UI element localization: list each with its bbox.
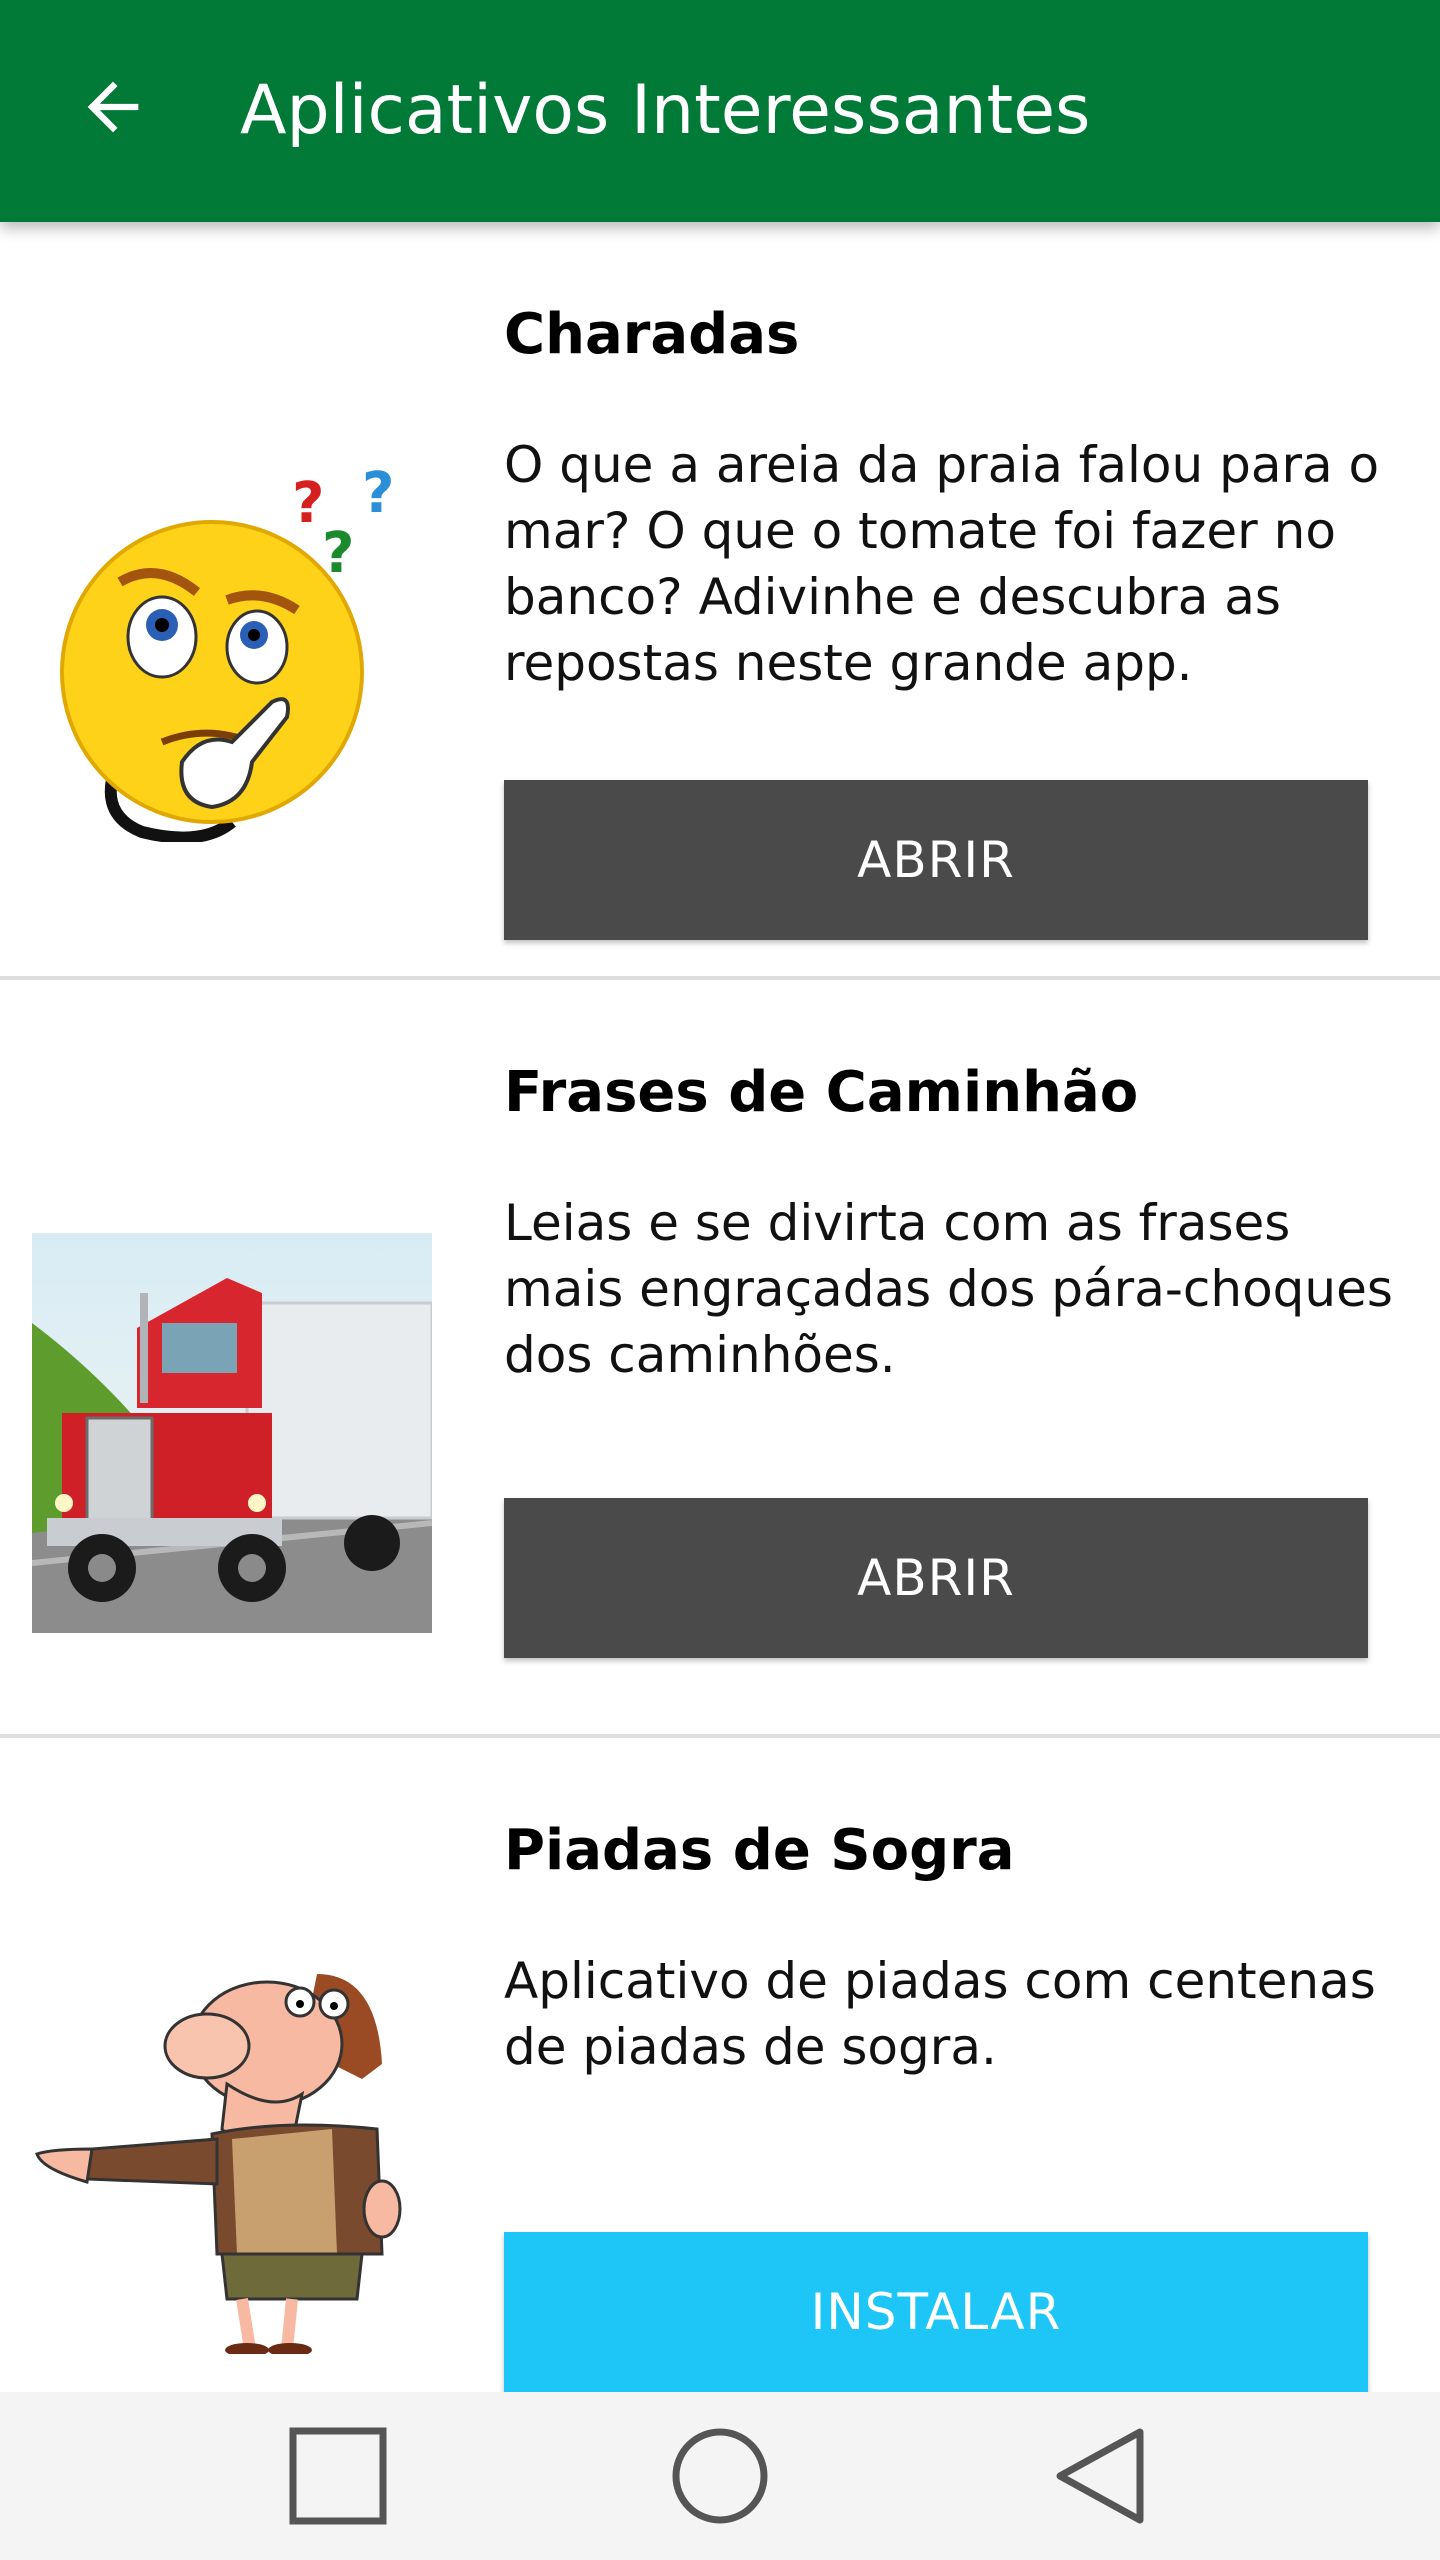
app-description: Aplicativo de piadas com centenas de pia…: [504, 1952, 1376, 2076]
system-back-button[interactable]: [1040, 2416, 1160, 2536]
list-item: ? ? ? Charadas O que a areia da praia fa…: [0, 222, 1440, 980]
svg-text:?: ?: [362, 461, 394, 526]
app-name: Piadas de Sogra: [504, 1818, 1015, 1883]
system-navigation-bar: [0, 2392, 1440, 2560]
list-item: Frases de Caminhão Leias e se divirta co…: [0, 980, 1440, 1738]
app-list[interactable]: ? ? ? Charadas O que a areia da praia fa…: [0, 222, 1440, 2392]
thinking-emoji-image: ? ? ?: [60, 461, 394, 842]
app-description: Leias e se divirta com as frases mais en…: [504, 1194, 1393, 1384]
open-button[interactable]: ABRIR: [504, 780, 1368, 940]
install-button[interactable]: INSTALAR: [504, 2232, 1368, 2392]
back-button[interactable]: [58, 52, 168, 162]
list-item: Piadas de Sogra Aplicativo de piadas com…: [0, 1738, 1440, 2392]
app-name: Frases de Caminhão: [504, 1060, 1139, 1125]
app-description: O que a areia da praia falou para o mar?…: [504, 436, 1380, 692]
arrow-left-icon: [87, 81, 139, 133]
page-title: Aplicativos Interessantes: [240, 71, 1091, 150]
app-bar: Aplicativos Interessantes: [0, 0, 1440, 222]
red-truck-image: [32, 1233, 432, 1633]
app-name: Charadas: [504, 302, 800, 367]
svg-text:?: ?: [322, 521, 354, 586]
recent-apps-button[interactable]: [278, 2416, 398, 2536]
back-icon: [1056, 2428, 1144, 2524]
home-button[interactable]: [660, 2416, 780, 2536]
home-icon: [672, 2428, 768, 2524]
svg-text:?: ?: [292, 471, 324, 536]
recent-apps-icon: [289, 2427, 387, 2525]
mother-in-law-cartoon-image: [35, 1974, 402, 2354]
open-button[interactable]: ABRIR: [504, 1498, 1368, 1658]
